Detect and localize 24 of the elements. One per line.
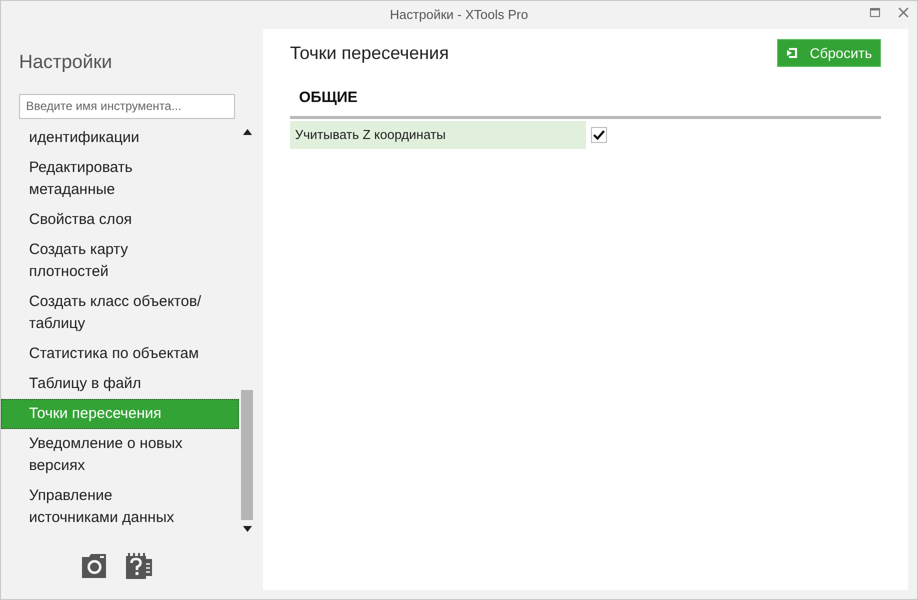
sidebar-item[interactable]: Создать класс объектов/ таблицу <box>1 286 239 338</box>
search-field[interactable]: Введите имя инструмента... <box>19 94 235 118</box>
window-title: Настройки - XTools Pro <box>390 6 528 24</box>
sidebar-item[interactable]: Свойства слоя <box>1 204 239 234</box>
sidebar-item[interactable]: Редактировать метаданные <box>1 152 239 204</box>
section-header: ОБЩИЕ <box>290 87 881 118</box>
reset-icon <box>786 47 798 59</box>
checkbox[interactable] <box>591 126 607 142</box>
sidebar-item[interactable]: Статистика по объектам <box>1 338 239 368</box>
help-notebook-icon[interactable] <box>125 552 153 580</box>
sidebar-title: Настройки <box>18 51 114 75</box>
camera-icon[interactable] <box>81 552 108 578</box>
page-title: Точки пересечения <box>290 42 449 65</box>
scroll-down-icon[interactable] <box>242 526 252 532</box>
sidebar-item[interactable]: идентификации <box>1 122 239 152</box>
close-icon[interactable] <box>898 7 909 18</box>
sidebar-item[interactable]: Управление источниками данных <box>1 480 239 532</box>
sidebar-item[interactable]: Таблицу в файл <box>1 368 239 398</box>
scroll-up-icon[interactable] <box>242 128 252 134</box>
maximize-icon[interactable] <box>870 8 880 18</box>
sidebar-item[interactable]: Создать карту плотностей <box>1 234 239 286</box>
scrollbar-thumb[interactable] <box>241 390 253 520</box>
sidebar-item[interactable]: Уведомление о новых версиях <box>1 428 239 480</box>
setting-label: Учитывать Z координаты <box>290 120 586 148</box>
